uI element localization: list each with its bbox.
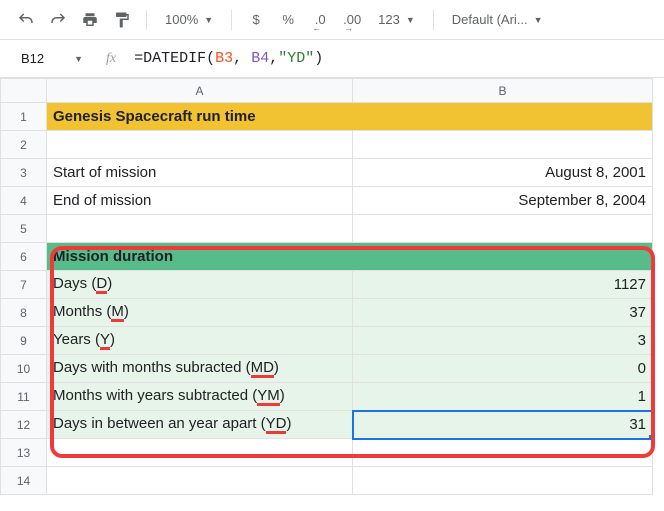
cell[interactable]: Years (Y) <box>47 327 353 355</box>
row-header[interactable]: 13 <box>1 439 47 467</box>
percent-format-button[interactable]: % <box>274 6 302 34</box>
cell[interactable] <box>47 439 353 467</box>
cell[interactable]: August 8, 2001 <box>353 159 653 187</box>
selected-cell[interactable]: 31 <box>353 411 653 439</box>
fx-icon: fx <box>106 51 116 67</box>
row-header[interactable]: 3 <box>1 159 47 187</box>
cell[interactable] <box>353 439 653 467</box>
row-header[interactable]: 6 <box>1 243 47 271</box>
column-header-a[interactable]: A <box>47 79 353 103</box>
cell[interactable]: Days with months subracted (MD) <box>47 355 353 383</box>
zoom-dropdown[interactable]: 100% ▼ <box>157 8 221 31</box>
cell[interactable]: Start of mission <box>47 159 353 187</box>
cell[interactable]: Months with years subtracted (YM) <box>47 383 353 411</box>
print-icon[interactable] <box>76 6 104 34</box>
number-format-dropdown[interactable]: 123 ▼ <box>370 8 423 31</box>
cell[interactable] <box>47 131 353 159</box>
cell[interactable] <box>353 131 653 159</box>
row-header[interactable]: 2 <box>1 131 47 159</box>
chevron-down-icon: ▼ <box>74 54 83 64</box>
column-header-b[interactable]: B <box>353 79 653 103</box>
row-header[interactable]: 1 <box>1 103 47 131</box>
cell[interactable]: Days (D) <box>47 271 353 299</box>
row-header[interactable]: 8 <box>1 299 47 327</box>
cell[interactable] <box>47 467 353 495</box>
cell[interactable]: 1127 <box>353 271 653 299</box>
font-dropdown[interactable]: Default (Ari... ▼ <box>444 8 551 31</box>
cell[interactable]: 37 <box>353 299 653 327</box>
cell[interactable]: Months (M) <box>47 299 353 327</box>
separator <box>146 10 147 30</box>
select-all-corner[interactable] <box>1 79 47 103</box>
row-header[interactable]: 14 <box>1 467 47 495</box>
cell[interactable] <box>353 467 653 495</box>
cell[interactable]: 1 <box>353 383 653 411</box>
zoom-value: 100% <box>165 12 198 27</box>
spreadsheet-grid: A B 1 Genesis Spacecraft run time 2 3 St… <box>0 78 664 495</box>
currency-format-button[interactable]: $ <box>242 6 270 34</box>
row-header[interactable]: 11 <box>1 383 47 411</box>
cell[interactable]: Days in between an year apart (YD) <box>47 411 353 439</box>
separator <box>433 10 434 30</box>
decrease-decimal-button[interactable]: .0 ← <box>306 6 334 34</box>
row-header[interactable]: 7 <box>1 271 47 299</box>
chevron-down-icon: ▼ <box>204 15 213 25</box>
cell[interactable]: Mission duration <box>47 243 653 271</box>
cell[interactable]: Genesis Spacecraft run time <box>47 103 653 131</box>
formula-bar: B12 ▼ fx =DATEDIF(B3, B4,"YD") <box>0 40 664 78</box>
chevron-down-icon: ▼ <box>534 15 543 25</box>
cell-reference-input[interactable]: B12 ▼ <box>12 46 92 71</box>
paint-format-icon[interactable] <box>108 6 136 34</box>
cell[interactable]: 0 <box>353 355 653 383</box>
row-header[interactable]: 4 <box>1 187 47 215</box>
formula-input[interactable]: =DATEDIF(B3, B4,"YD") <box>130 46 656 71</box>
redo-icon[interactable] <box>44 6 72 34</box>
chevron-down-icon: ▼ <box>406 15 415 25</box>
cell[interactable]: September 8, 2004 <box>353 187 653 215</box>
row-header[interactable]: 10 <box>1 355 47 383</box>
cell[interactable] <box>353 215 653 243</box>
increase-decimal-button[interactable]: .00 → <box>338 6 366 34</box>
cell[interactable]: End of mission <box>47 187 353 215</box>
toolbar: 100% ▼ $ % .0 ← .00 → 123 ▼ Default (Ari… <box>0 0 664 40</box>
separator <box>231 10 232 30</box>
row-header[interactable]: 9 <box>1 327 47 355</box>
row-header[interactable]: 5 <box>1 215 47 243</box>
row-header[interactable]: 12 <box>1 411 47 439</box>
undo-icon[interactable] <box>12 6 40 34</box>
cell[interactable] <box>47 215 353 243</box>
cell[interactable]: 3 <box>353 327 653 355</box>
